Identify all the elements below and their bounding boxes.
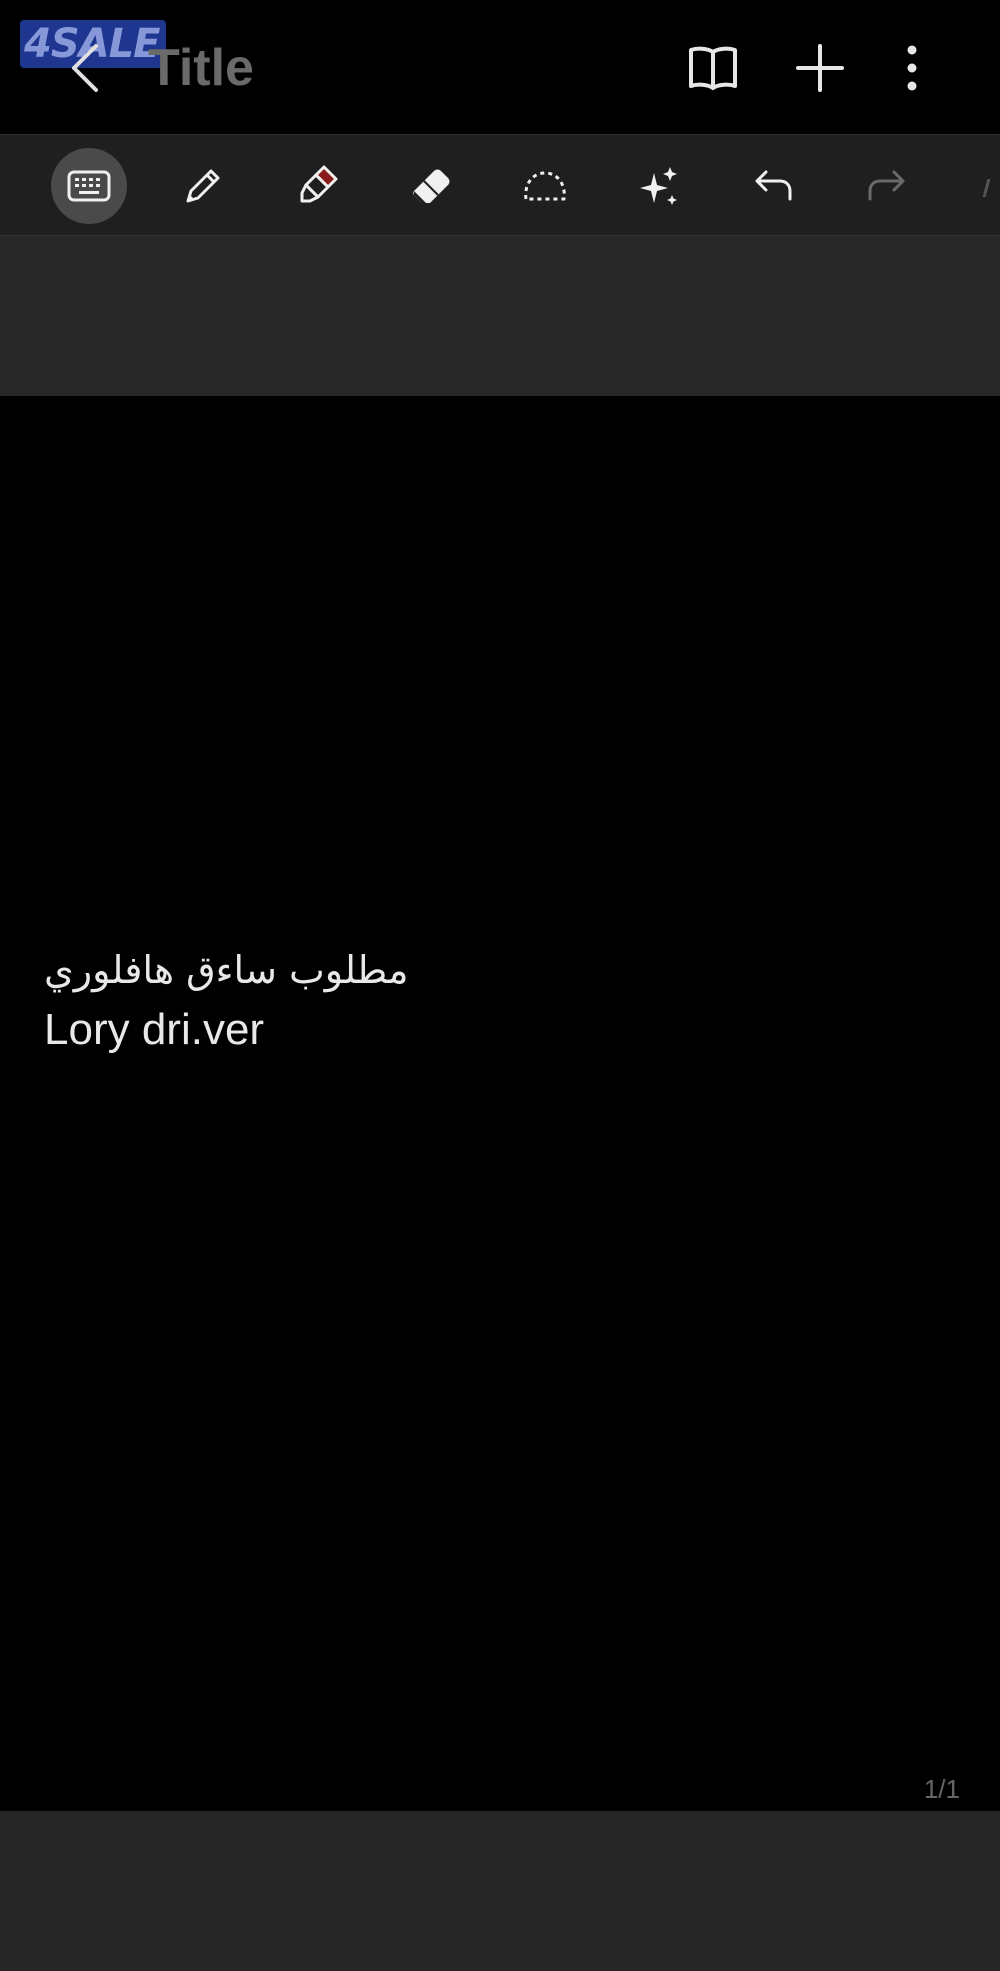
book-open-icon <box>689 46 737 90</box>
page-bottom-margin <box>0 1811 1000 1971</box>
tool-lasso[interactable] <box>507 148 583 224</box>
drawing-toolbar <box>0 134 1000 236</box>
undo-icon <box>755 170 792 201</box>
more-vertical-icon <box>907 45 917 91</box>
chevron-left-icon <box>72 44 98 92</box>
tool-ai[interactable] <box>621 148 697 224</box>
redo-icon <box>868 170 905 201</box>
more-options-button[interactable] <box>882 38 942 98</box>
tool-highlighter[interactable] <box>279 148 355 224</box>
reading-mode-button[interactable] <box>683 38 743 98</box>
keyboard-icon <box>67 170 111 202</box>
tool-keyboard[interactable] <box>51 148 127 224</box>
note-title[interactable]: Title <box>148 38 254 98</box>
app-bar: 4SALE Title <box>0 0 1000 134</box>
note-text-line[interactable]: Lory dri.ver <box>44 1002 264 1058</box>
tool-redo[interactable] <box>849 148 925 224</box>
tool-eraser[interactable] <box>393 148 469 224</box>
back-button[interactable] <box>60 38 116 98</box>
sparkle-icon <box>640 167 677 205</box>
plus-icon <box>796 44 844 92</box>
page-top-margin <box>0 236 1000 396</box>
tool-pen[interactable] <box>165 148 241 224</box>
note-canvas[interactable]: مطلوب ساءق هافلوري Lory dri.ver 1/1 <box>0 396 1000 1811</box>
add-button[interactable] <box>790 38 850 98</box>
toolbar-scroll-hint <box>982 179 991 197</box>
highlighter-icon <box>300 165 338 203</box>
pen-icon <box>186 169 220 203</box>
eraser-icon <box>413 169 450 203</box>
tool-undo[interactable] <box>735 148 811 224</box>
lasso-select-icon <box>524 171 566 201</box>
page-indicator: 1/1 <box>923 1774 960 1804</box>
note-text-line[interactable]: مطلوب ساءق هافلوري <box>44 942 409 998</box>
